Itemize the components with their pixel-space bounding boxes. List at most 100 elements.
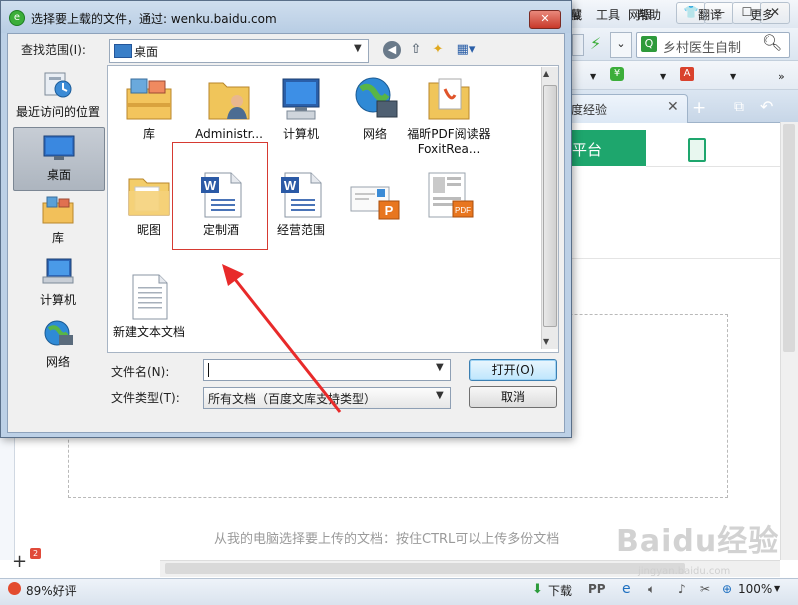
file-item-network[interactable]: 网络 (337, 73, 413, 141)
download-icon: ⬇ (532, 582, 543, 597)
file-item-label: 库 (142, 127, 155, 141)
place-recent[interactable]: 最近访问的位置 (13, 67, 103, 129)
image-file-icon: P (350, 186, 400, 220)
file-item-administrator[interactable]: Administr... (191, 73, 267, 141)
computer-icon (282, 78, 320, 120)
notification-badge: 2 (30, 548, 41, 559)
new-folder-icon[interactable]: ✦ (429, 41, 447, 59)
file-item-pdf[interactable]: PDF (411, 169, 487, 229)
up-folder-icon[interactable]: ⇧ (407, 41, 425, 59)
status-rating[interactable]: 89%好评 (26, 582, 77, 599)
green-nav-band: 平台 (560, 130, 646, 166)
add-sidebar-icon[interactable]: + (12, 551, 27, 572)
pdf-file-icon: PDF (428, 172, 474, 218)
p2p-icon[interactable]: PP (588, 582, 606, 596)
file-item-image[interactable]: P (337, 169, 413, 229)
screenshot-icon[interactable]: ✂ (700, 582, 710, 596)
scroll-up-icon[interactable]: ▲ (543, 69, 549, 78)
tomato-icon (8, 582, 21, 595)
file-name-input[interactable]: ▼ (203, 359, 451, 381)
volume-icon[interactable]: 🔈︎ (648, 582, 655, 597)
place-libraries[interactable]: 库 (13, 193, 103, 255)
library-icon (42, 196, 74, 224)
address-edge (572, 34, 584, 56)
place-label: 网络 (45, 355, 70, 369)
chevron-down-icon[interactable]: ▼ (774, 584, 780, 593)
browser-logo-icon: e (9, 10, 25, 26)
watermark-url: jingyan.baidu.com (638, 566, 731, 577)
cancel-button[interactable]: 取消 (469, 386, 557, 408)
library-icon (126, 78, 172, 120)
watermark-logo: Baidu经验 (616, 524, 780, 559)
chevron-down-icon: ▼ (436, 390, 444, 401)
back-icon[interactable]: ◀ (383, 41, 401, 59)
chevron-down-icon: ▼ (590, 72, 597, 81)
file-list-scroll-thumb[interactable] (543, 85, 557, 327)
file-item-jingying[interactable]: W 经营范围 (263, 169, 339, 237)
file-item-new-text[interactable]: 新建文本文档 (111, 271, 187, 347)
page-vertical-scroll-thumb[interactable] (783, 124, 795, 352)
chevron-down-icon: ▼ (730, 72, 737, 81)
file-type-label: 文件类型(T): (111, 391, 180, 405)
tab-label: 度经验 (571, 103, 608, 117)
double-chevron-icon[interactable]: » (778, 70, 785, 83)
place-network[interactable]: 网络 (13, 317, 103, 379)
search-engine-icon: Q (641, 36, 657, 52)
file-item-foxit[interactable]: 福昕PDF阅读器FoxitRea... (407, 73, 491, 157)
ie-icon[interactable]: e (622, 581, 631, 597)
dialog-title: 选择要上载的文件，通过: wenku.baidu.com (31, 12, 277, 26)
menu-item-tools[interactable]: 工具 (596, 6, 620, 23)
search-input[interactable]: 乡村医生自制 (663, 37, 741, 56)
svg-text:W: W (284, 178, 297, 193)
place-computer[interactable]: 计算机 (13, 255, 103, 317)
fav-item-online-bank[interactable]: 网银 (628, 6, 652, 23)
place-label: 库 (51, 231, 64, 245)
desktop-icon (114, 44, 132, 58)
svg-text:P: P (385, 203, 394, 218)
bell-icon[interactable]: ♪ (678, 582, 686, 596)
zoom-icon: ⊕ (722, 582, 733, 596)
engine-dropdown[interactable]: ⌄ (610, 32, 632, 58)
sidebar-strip (0, 436, 15, 560)
folder-icon (128, 178, 170, 216)
dialog-close-button[interactable]: ✕ (529, 10, 561, 29)
undo-close-icon[interactable]: ↶ (760, 97, 773, 116)
computer-icon (42, 258, 74, 284)
file-item-libraries[interactable]: 库 (111, 73, 187, 141)
file-item-computer[interactable]: 计算机 (263, 73, 339, 141)
file-type-dropdown[interactable]: 所有文档（百度文库支持类型） ▼ (203, 387, 451, 409)
place-label: 计算机 (39, 293, 76, 307)
tab-close-icon[interactable]: ✕ (667, 99, 679, 115)
chevron-down-icon: ▼ (354, 43, 362, 54)
new-tab-icon[interactable]: + (692, 98, 706, 118)
page-horizontal-scroll-thumb[interactable] (165, 563, 685, 574)
status-download[interactable]: 下载 (548, 582, 572, 599)
pdf-folder-icon (428, 78, 470, 120)
highlight-box (172, 142, 268, 250)
fav-item-more[interactable]: 更多 (750, 6, 774, 23)
place-label: 桌面 (46, 168, 71, 182)
file-type-value: 所有文档（百度文库支持类型） (208, 392, 377, 406)
tab-baidu-jingyan[interactable]: 度经验 ✕ (566, 94, 688, 123)
chevron-down-icon[interactable]: ▼ (436, 362, 444, 373)
restore-tabs-icon[interactable]: ⧉ (734, 99, 744, 115)
word-doc-icon: W (281, 172, 322, 218)
search-icon[interactable]: 🔍︎ (762, 33, 782, 52)
look-in-value: 桌面 (134, 45, 159, 59)
open-button[interactable]: 打开(O) (469, 359, 557, 381)
place-label: 最近访问的位置 (15, 105, 100, 119)
lightning-icon[interactable]: ⚡ (590, 34, 601, 53)
scroll-down-icon[interactable]: ▼ (543, 337, 549, 346)
translate-icon: A (680, 67, 694, 81)
nav-band-white (646, 130, 780, 167)
file-item-label: 福昕PDF阅读器FoxitRea... (407, 127, 491, 156)
look-in-dropdown[interactable]: 桌面 ▼ (109, 39, 369, 63)
place-desktop[interactable]: 桌面 (13, 127, 105, 191)
green-band-text: 平台 (572, 141, 603, 159)
fav-item-translate[interactable]: 翻译 (698, 6, 722, 23)
phone-icon[interactable] (688, 138, 706, 162)
chevron-down-icon: ⌄ (616, 37, 626, 50)
status-zoom[interactable]: 100% (738, 582, 772, 596)
view-menu-icon[interactable]: ▦▾ (453, 41, 479, 59)
text-caret (208, 363, 209, 377)
